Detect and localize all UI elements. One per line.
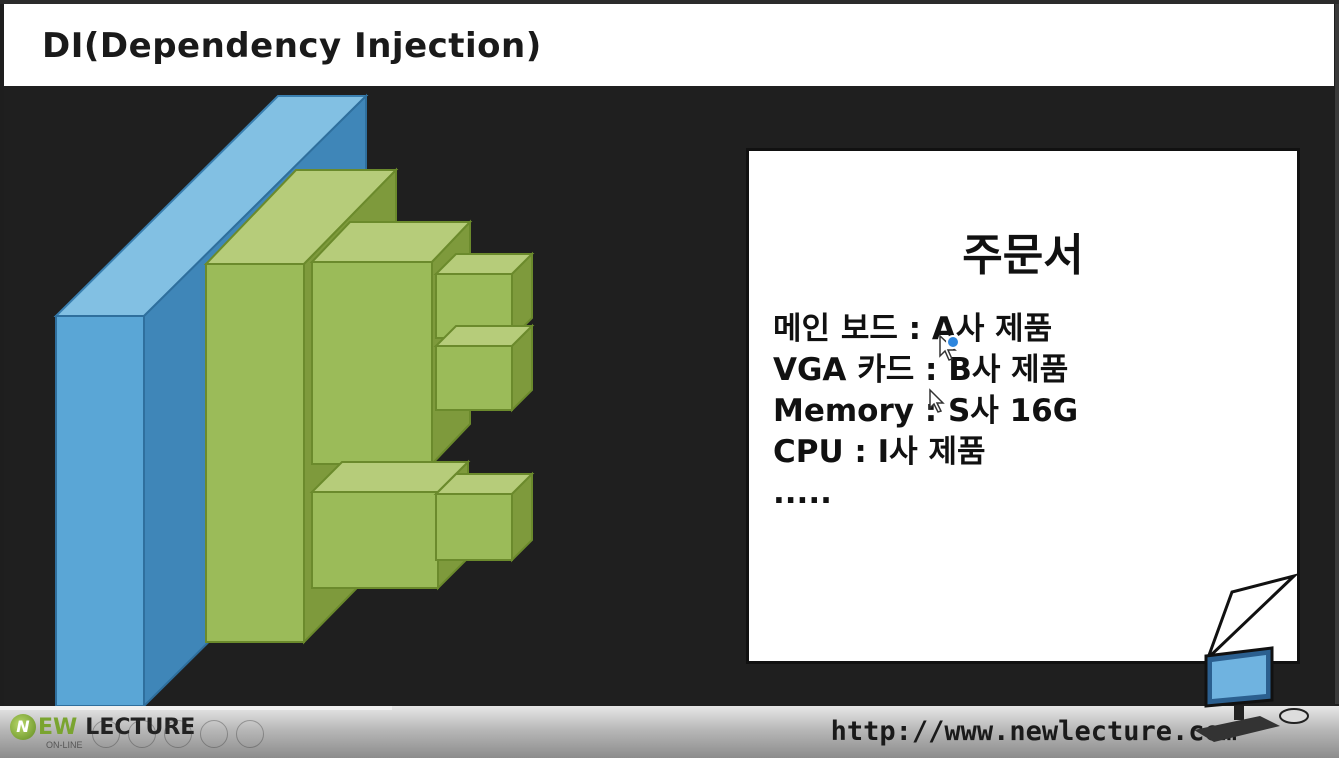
component-block-small-2 — [433, 323, 535, 413]
logo-badge: N — [10, 714, 36, 740]
control-button[interactable] — [236, 720, 264, 748]
control-button[interactable] — [92, 720, 120, 748]
mouse-cursor-icon — [929, 388, 945, 413]
monitor-icon — [1194, 646, 1309, 742]
slide-title-bar: DI(Dependency Injection) — [4, 4, 1334, 86]
motherboard-diagram — [53, 93, 535, 706]
player-controls — [92, 720, 264, 748]
brand-ew: EW — [38, 714, 78, 740]
playback-progress[interactable] — [0, 706, 392, 710]
slide-title: DI(Dependency Injection) — [42, 26, 542, 66]
order-line-memory: Memory : S사 16G — [773, 393, 1079, 429]
control-button[interactable] — [164, 720, 192, 748]
order-line-vga: VGA 카드 : B사 제품 — [773, 352, 1069, 388]
order-line-cpu: CPU : I사 제품 — [773, 434, 986, 470]
scrollbar[interactable] — [1335, 4, 1339, 704]
control-button[interactable] — [200, 720, 228, 748]
control-button[interactable] — [128, 720, 156, 748]
order-sheet-lines: 메인 보드 : A사 제품 VGA 카드 : B사 제품 Memory : S사… — [773, 309, 1078, 514]
brand-subtitle: ON-LINE — [46, 740, 83, 750]
order-line-ellipsis: ..... — [773, 475, 832, 511]
mouse-cursor-icon — [939, 334, 960, 361]
component-block-small-3 — [433, 471, 535, 563]
order-sheet-title: 주문서 — [962, 230, 1084, 281]
order-line-mainboard: 메인 보드 : A사 제품 — [773, 311, 1053, 347]
footer-bar: N EW LECTURE ON-LINE http://www.newlectu… — [0, 706, 1339, 758]
